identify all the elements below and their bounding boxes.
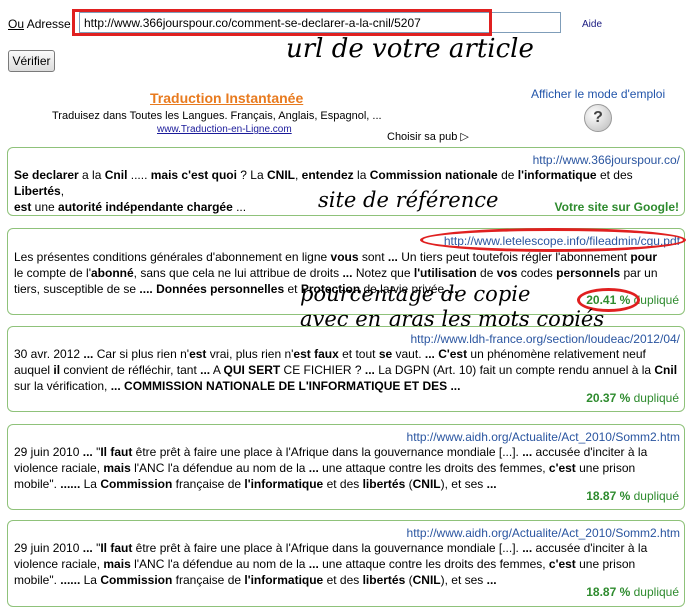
result-card: http://www.aidh.org/Actualite/Act_2010/S… [7,520,685,607]
duplicate-percent: 18.87 % dupliqué [586,585,679,599]
play-triangle-icon: ▷ [460,131,469,143]
duplicate-percent: 20.37 % dupliqué [586,391,679,405]
annotation-url: url de votre article [286,34,534,64]
url-highlight [72,9,492,36]
duplicate-percent: 18.87 % dupliqué [586,489,679,503]
choisir-pub[interactable]: Choisir sa pub ▷ [387,130,469,143]
verify-button[interactable]: Vérifier [8,50,55,72]
google-link[interactable]: Votre site sur Google! [555,200,679,214]
result-snippet: 29 juin 2010 ... "Il faut être prêt à fa… [14,541,648,587]
result-url[interactable]: http://www.aidh.org/Actualite/Act_2010/S… [407,526,680,540]
question-mark-icon[interactable]: ? [584,104,612,132]
result-card: http://www.ldh-france.org/section/loudea… [7,326,685,412]
address-label: Ou Adresse [8,17,71,31]
url-ellipse-highlight [420,228,686,252]
result-snippet: 30 avr. 2012 ... Car si plus rien n'est … [14,347,678,393]
result-url[interactable]: http://www.aidh.org/Actualite/Act_2010/S… [407,430,680,444]
translation-subtitle: Traduisez dans Toutes les Langues. Franç… [52,110,382,122]
result-url[interactable]: http://www.ldh-france.org/section/loudea… [411,332,681,346]
translation-title[interactable]: Traduction Instantanée [150,90,303,106]
translation-link[interactable]: www.Traduction-en-Ligne.com [157,124,292,135]
result-snippet: 29 juin 2010 ... "Il faut être prêt à fa… [14,445,648,491]
result-card: http://www.aidh.org/Actualite/Act_2010/S… [7,424,685,510]
result-url[interactable]: http://www.366jourspour.co/ [533,153,680,167]
aide-link[interactable]: Aide [582,19,602,30]
annotation-percent: pourcentage de copie [300,282,531,306]
annotation-site: site de référence [318,188,499,212]
mode-emploi-link[interactable]: Afficher le mode d'emploi [531,87,665,101]
